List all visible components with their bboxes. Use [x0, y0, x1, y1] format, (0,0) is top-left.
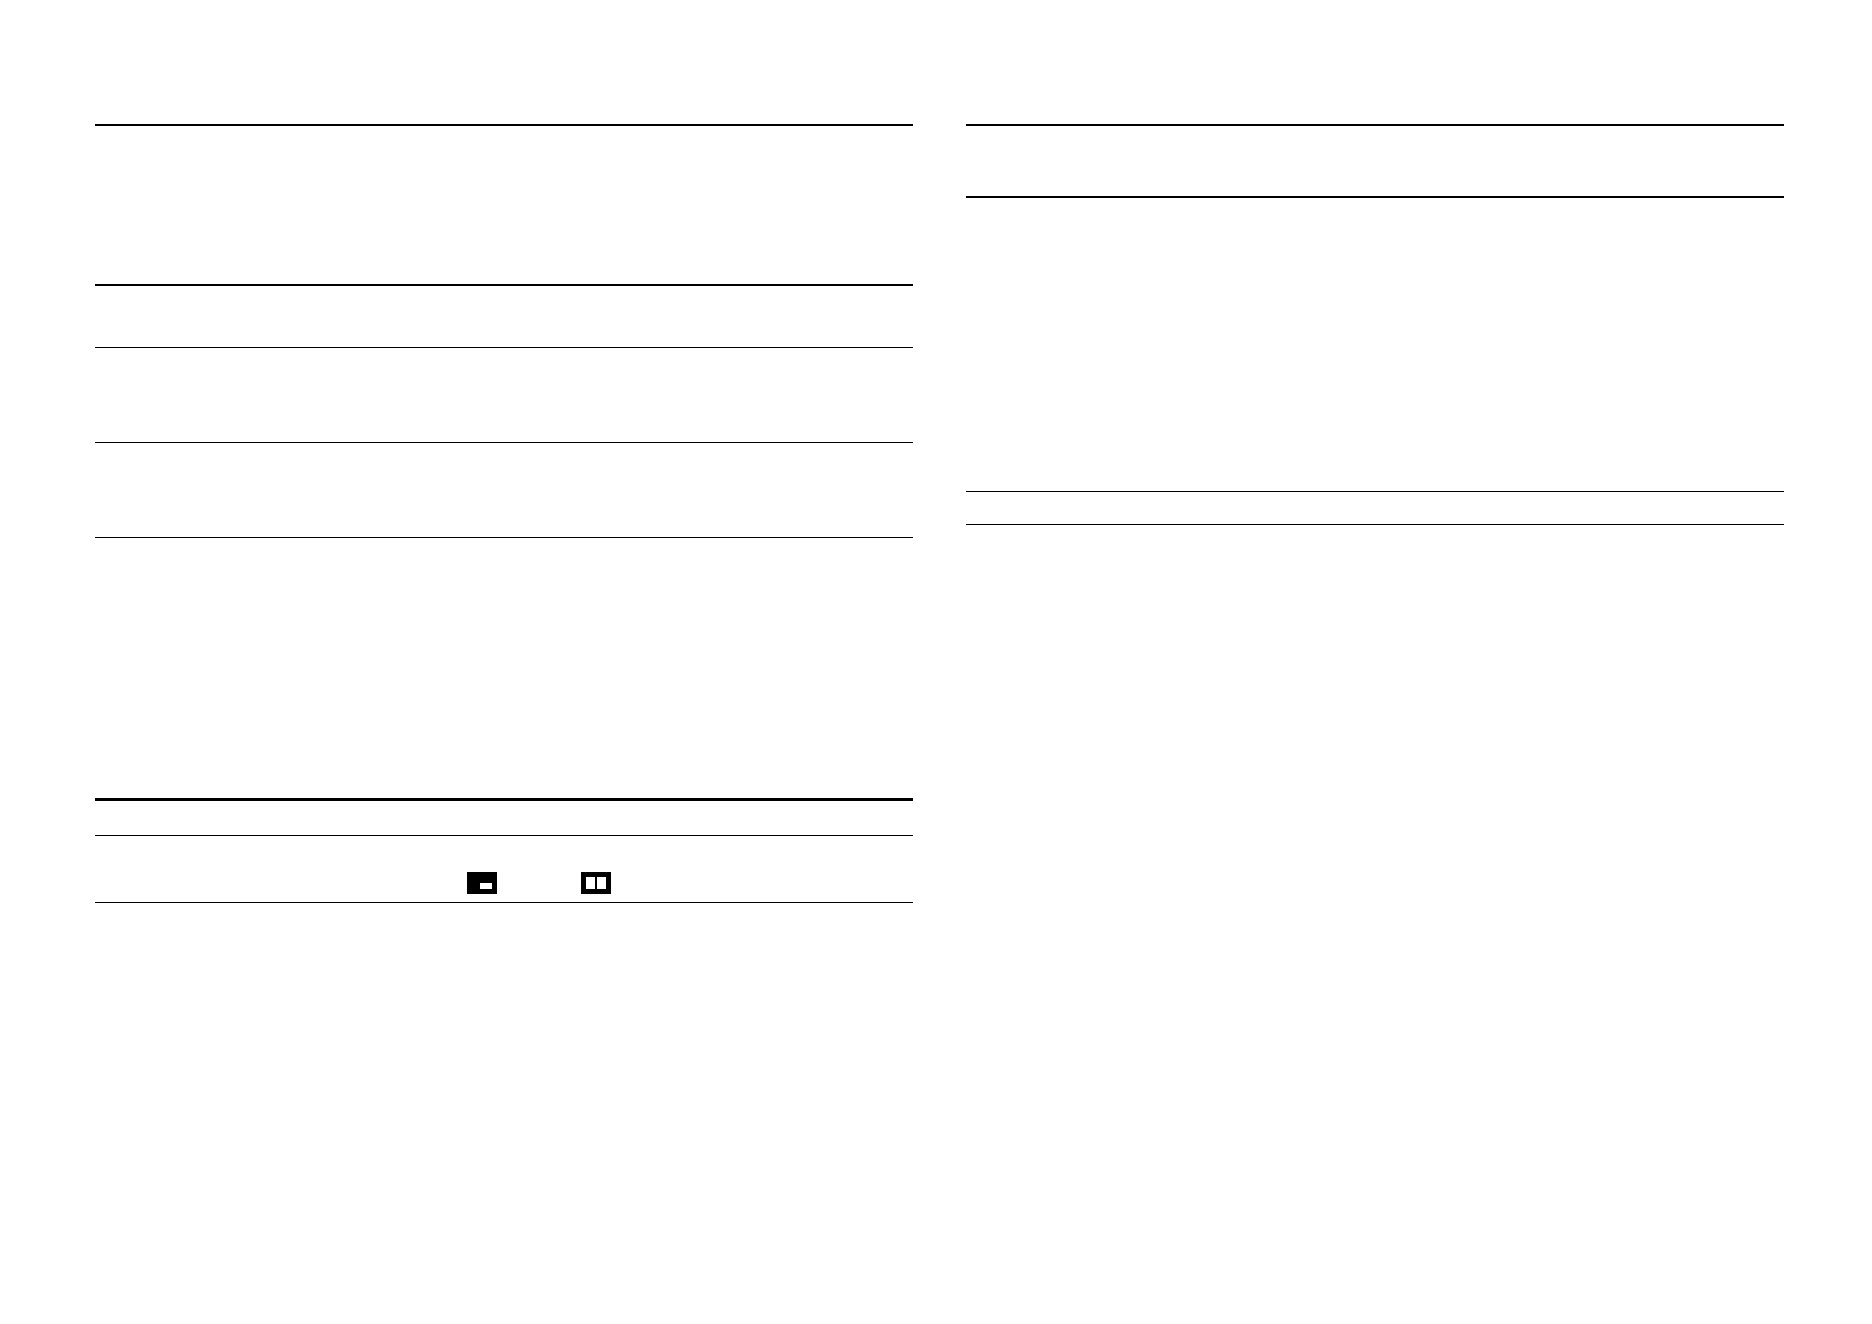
left-table-top-rule — [95, 124, 913, 126]
left-table-rule-3 — [95, 442, 913, 443]
picture-in-picture-icon — [467, 872, 497, 894]
left-table-rule-2 — [95, 347, 913, 348]
left-table-bottom-rule — [95, 537, 913, 538]
right-table-rule-1 — [966, 491, 1784, 492]
pip-window-mark — [480, 883, 492, 889]
right-table-header-rule — [966, 196, 1784, 198]
left-table2-header-rule — [95, 835, 913, 836]
sbs-left-pane — [586, 877, 595, 889]
left-table-rule-1 — [95, 284, 913, 286]
left-table2-top-rule — [95, 798, 913, 801]
side-by-side-icon — [581, 872, 611, 894]
right-table-bottom-rule — [966, 524, 1784, 525]
right-table-top-rule — [966, 124, 1784, 126]
left-table2-bottom-rule — [95, 902, 913, 903]
sbs-right-pane — [597, 877, 606, 889]
